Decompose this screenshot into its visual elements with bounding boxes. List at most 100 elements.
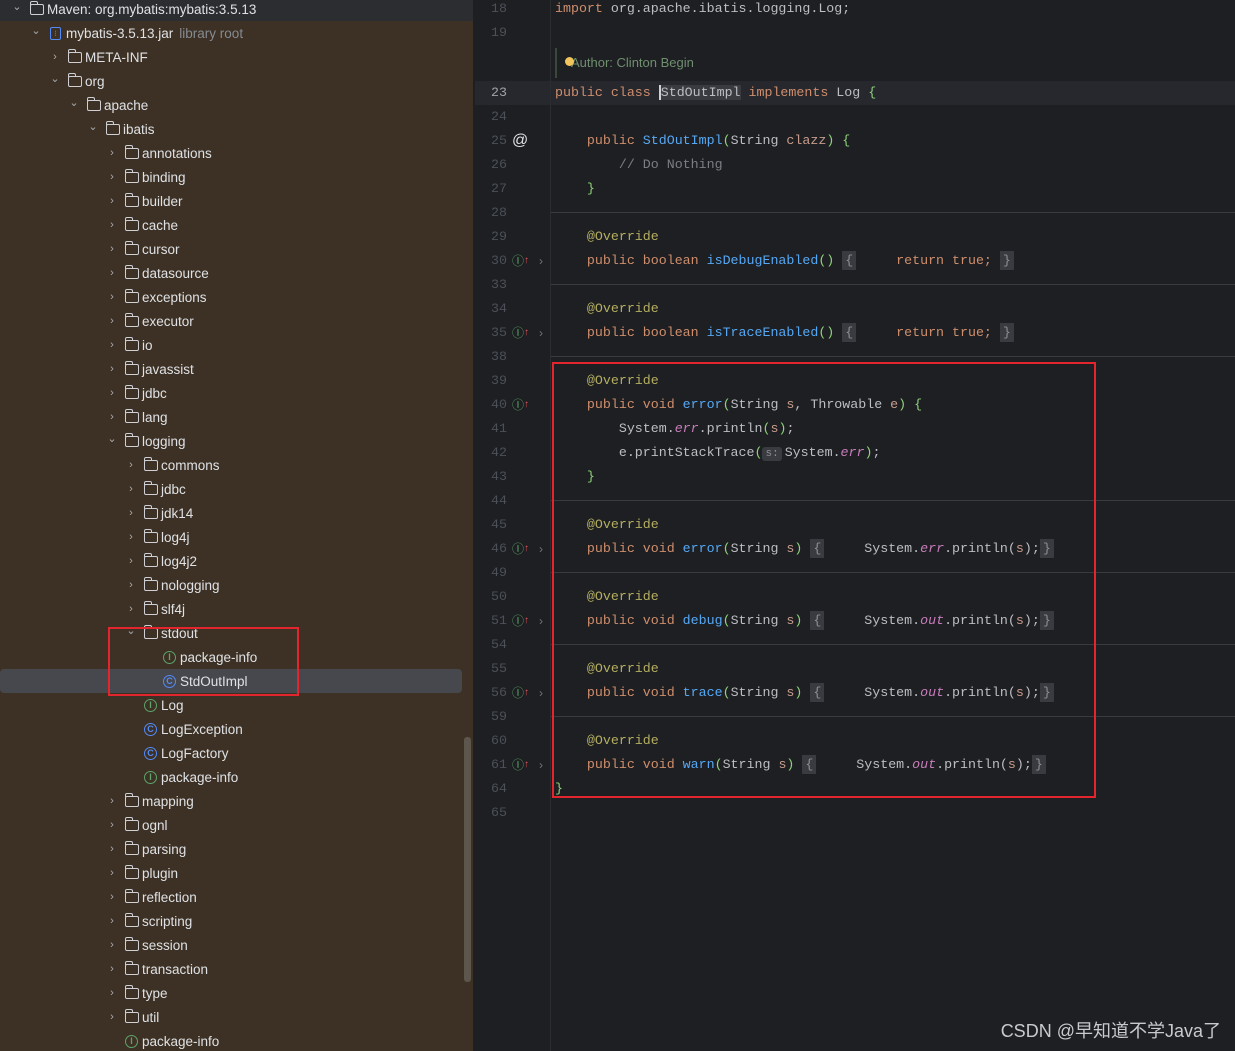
- tree-item[interactable]: › session: [0, 933, 462, 957]
- tree-item[interactable]: › jdk14: [0, 501, 462, 525]
- chevron-right-icon[interactable]: ›: [105, 267, 119, 279]
- tree-item[interactable]: › io: [0, 333, 462, 357]
- chevron-right-icon[interactable]: ›: [105, 915, 119, 927]
- implements-method-icon[interactable]: Ⓘ↑: [512, 609, 529, 633]
- tree-item[interactable]: › log4j2: [0, 549, 462, 573]
- tree-item[interactable]: › nologging: [0, 573, 462, 597]
- code-line[interactable]: public boolean isTraceEnabled() { return…: [555, 321, 1014, 345]
- chevron-down-icon[interactable]: ⌄: [48, 72, 62, 85]
- chevron-right-icon[interactable]: ›: [105, 219, 119, 231]
- code-line[interactable]: public class StdOutImpl implements Log {: [555, 81, 876, 105]
- tree-item[interactable]: › builder: [0, 189, 462, 213]
- folded-code-brace[interactable]: {: [842, 323, 857, 342]
- chevron-right-icon[interactable]: ›: [105, 819, 119, 831]
- code-line[interactable]: // Do Nothing: [555, 153, 723, 177]
- tree-item[interactable]: ⌄ apache: [0, 93, 462, 117]
- tree-scrollbar[interactable]: [464, 737, 471, 982]
- chevron-right-icon[interactable]: ›: [105, 387, 119, 399]
- tree-item[interactable]: › type: [0, 981, 462, 1005]
- tree-item[interactable]: › transaction: [0, 957, 462, 981]
- code-line[interactable]: public boolean isDebugEnabled() { return…: [555, 249, 1014, 273]
- implements-method-icon[interactable]: Ⓘ↑: [512, 249, 529, 273]
- annotation-gutter-icon[interactable]: @: [512, 129, 528, 153]
- implements-method-icon[interactable]: Ⓘ↑: [512, 681, 529, 705]
- tree-item[interactable]: › binding: [0, 165, 462, 189]
- folded-code-brace[interactable]: }: [999, 251, 1014, 270]
- code-line[interactable]: import org.apache.ibatis.logging.Log;: [555, 0, 850, 21]
- tree-item[interactable]: › exceptions: [0, 285, 462, 309]
- tree-item[interactable]: › datasource: [0, 261, 462, 285]
- tree-item[interactable]: › jdbc: [0, 477, 462, 501]
- tree-item[interactable]: › commons: [0, 453, 462, 477]
- chevron-right-icon[interactable]: ›: [124, 531, 138, 543]
- chevron-right-icon[interactable]: ›: [105, 147, 119, 159]
- fold-expand-icon[interactable]: ›: [539, 753, 543, 777]
- chevron-down-icon[interactable]: ⌄: [86, 120, 100, 133]
- tree-item[interactable]: Ipackage-info: [0, 765, 462, 789]
- chevron-right-icon[interactable]: ›: [105, 171, 119, 183]
- lightbulb-icon[interactable]: [565, 57, 574, 66]
- folded-code-brace[interactable]: }: [999, 323, 1014, 342]
- fold-expand-icon[interactable]: ›: [539, 321, 543, 345]
- tree-item[interactable]: › util: [0, 1005, 462, 1029]
- code-line[interactable]: @Override: [555, 297, 659, 321]
- tree-item[interactable]: › scripting: [0, 909, 462, 933]
- tree-item[interactable]: › META-INF: [0, 45, 462, 69]
- tree-item[interactable]: › cursor: [0, 237, 462, 261]
- tree-item[interactable]: › annotations: [0, 141, 462, 165]
- chevron-right-icon[interactable]: ›: [105, 795, 119, 807]
- chevron-right-icon[interactable]: ›: [105, 339, 119, 351]
- fold-expand-icon[interactable]: ›: [539, 681, 543, 705]
- tree-item[interactable]: › executor: [0, 309, 462, 333]
- implements-method-icon[interactable]: Ⓘ↑: [512, 537, 529, 561]
- chevron-right-icon[interactable]: ›: [105, 891, 119, 903]
- tree-item[interactable]: › log4j: [0, 525, 462, 549]
- code-line[interactable]: @Override: [555, 225, 659, 249]
- tree-item[interactable]: › lang: [0, 405, 462, 429]
- chevron-right-icon[interactable]: ›: [105, 867, 119, 879]
- implements-method-icon[interactable]: Ⓘ↑: [512, 753, 529, 777]
- tree-item[interactable]: ⌄ logging: [0, 429, 462, 453]
- tree-item[interactable]: › ognl: [0, 813, 462, 837]
- chevron-right-icon[interactable]: ›: [105, 411, 119, 423]
- chevron-right-icon[interactable]: ›: [105, 843, 119, 855]
- tree-item[interactable]: C LogFactory: [0, 741, 462, 765]
- chevron-right-icon[interactable]: ›: [124, 507, 138, 519]
- chevron-right-icon[interactable]: ›: [105, 939, 119, 951]
- tree-item[interactable]: › parsing: [0, 837, 462, 861]
- chevron-down-icon[interactable]: ⌄: [67, 96, 81, 109]
- tree-item[interactable]: › reflection: [0, 885, 462, 909]
- chevron-right-icon[interactable]: ›: [105, 1011, 119, 1023]
- code-line[interactable]: }: [555, 177, 595, 201]
- chevron-right-icon[interactable]: ›: [124, 483, 138, 495]
- chevron-down-icon[interactable]: ⌄: [10, 0, 24, 13]
- chevron-right-icon[interactable]: ›: [105, 243, 119, 255]
- chevron-down-icon[interactable]: ⌄: [105, 432, 119, 445]
- fold-expand-icon[interactable]: ›: [539, 249, 543, 273]
- chevron-right-icon[interactable]: ›: [105, 987, 119, 999]
- chevron-down-icon[interactable]: ⌄: [29, 24, 43, 37]
- chevron-right-icon[interactable]: ›: [124, 603, 138, 615]
- tree-item[interactable]: › jdbc: [0, 381, 462, 405]
- chevron-right-icon[interactable]: ›: [105, 315, 119, 327]
- tree-item[interactable]: C LogException: [0, 717, 462, 741]
- implements-method-icon[interactable]: Ⓘ↑: [512, 321, 529, 345]
- fold-expand-icon[interactable]: ›: [539, 609, 543, 633]
- tree-item[interactable]: › javassist: [0, 357, 462, 381]
- chevron-right-icon[interactable]: ›: [105, 291, 119, 303]
- chevron-right-icon[interactable]: ›: [105, 963, 119, 975]
- code-line[interactable]: public StdOutImpl(String clazz) {: [555, 129, 850, 153]
- tree-item[interactable]: › slf4j: [0, 597, 462, 621]
- folded-code-brace[interactable]: {: [842, 251, 857, 270]
- chevron-right-icon[interactable]: ›: [124, 555, 138, 567]
- chevron-right-icon[interactable]: ›: [105, 195, 119, 207]
- chevron-right-icon[interactable]: ›: [48, 51, 62, 63]
- tree-item[interactable]: ⌄ ⁝ mybatis-3.5.13.jar library root: [0, 21, 462, 45]
- fold-expand-icon[interactable]: ›: [539, 537, 543, 561]
- tree-item[interactable]: ⌄ ibatis: [0, 117, 462, 141]
- chevron-right-icon[interactable]: ›: [124, 579, 138, 591]
- tree-item[interactable]: ⌄ Maven: org.mybatis:mybatis:3.5.13: [0, 0, 462, 21]
- tree-item[interactable]: › plugin: [0, 861, 462, 885]
- tree-item[interactable]: ⌄ org: [0, 69, 462, 93]
- chevron-right-icon[interactable]: ›: [124, 459, 138, 471]
